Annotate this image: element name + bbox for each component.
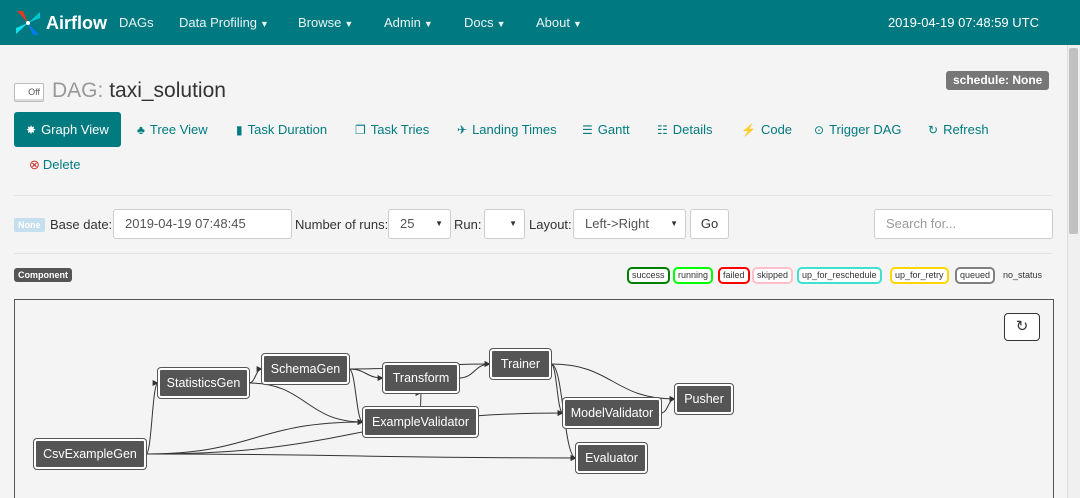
run-label: Run: <box>454 217 482 232</box>
legend-no-status[interactable]: no_status <box>1000 267 1045 284</box>
tab-refresh[interactable]: ↻ Refresh <box>916 112 1001 147</box>
nav-docs[interactable]: Docs ▼ <box>464 15 506 30</box>
remove-circle-icon: ⊗ <box>29 157 40 172</box>
bar-chart-icon: ▮ <box>236 122 243 137</box>
nav-dags[interactable]: DAGs <box>119 15 154 30</box>
airflow-logo-icon <box>14 9 42 37</box>
tab-gantt[interactable]: ☰ Gantt <box>570 112 642 147</box>
tab-task-duration[interactable]: ▮ Task Duration <box>224 112 339 147</box>
nav-about[interactable]: About ▼ <box>536 15 582 30</box>
tab-trigger-dag[interactable]: ⊙ Trigger DAG <box>802 112 914 147</box>
state-none-badge: None <box>14 218 45 232</box>
divider <box>14 253 1052 254</box>
component-badge: Component <box>14 268 72 282</box>
tab-tree-view[interactable]: ♣ Tree View <box>125 112 220 147</box>
chevron-down-icon: ▼ <box>344 19 354 29</box>
task-node-trainer[interactable]: Trainer <box>490 349 551 379</box>
utc-clock: 2019-04-19 07:48:59 UTC <box>887 15 1039 30</box>
run-select[interactable]: ▼ <box>484 209 525 239</box>
play-circle-icon: ⊙ <box>814 122 825 137</box>
tab-task-tries[interactable]: ❐ Task Tries <box>343 112 441 147</box>
legend-failed[interactable]: failed <box>718 267 750 284</box>
task-node-pusher[interactable]: Pusher <box>675 384 733 414</box>
select-caret-icon: ▼ <box>435 219 443 228</box>
page-title: DAG: taxi_solution <box>52 79 226 103</box>
task-node-examplevalidator[interactable]: ExampleValidator <box>363 407 478 437</box>
asterisk-icon: ✸ <box>26 122 37 137</box>
top-navbar: Airflow DAGs Data Profiling ▼ Browse ▼ Adm… <box>0 0 1080 45</box>
task-node-schemagen[interactable]: SchemaGen <box>262 354 349 384</box>
tab-code[interactable]: ⚡ Code <box>729 112 804 147</box>
divider <box>14 195 1052 196</box>
legend-up-for-reschedule[interactable]: up_for_reschedule <box>797 267 882 284</box>
legend-skipped[interactable]: skipped <box>752 267 794 284</box>
chevron-down-icon: ▼ <box>572 19 582 29</box>
select-caret-icon: ▼ <box>509 219 517 228</box>
dag-title-prefix: DAG: <box>52 79 104 102</box>
base-date-input[interactable]: 2019-04-19 07:48:45 <box>113 209 292 239</box>
tree-icon: ♣ <box>137 122 145 137</box>
task-node-transform[interactable]: Transform <box>383 363 459 393</box>
base-date-label: Base date: <box>50 217 113 232</box>
tab-graph-view[interactable]: ✸ Graph View <box>14 112 121 147</box>
task-node-statisticsgen[interactable]: StatisticsGen <box>158 368 249 398</box>
scrollbar-thumb[interactable] <box>1069 48 1078 234</box>
graph-canvas[interactable] <box>14 299 1054 498</box>
tab-landing-times[interactable]: ✈ Landing Times <box>445 112 569 147</box>
go-button[interactable]: Go <box>690 209 729 239</box>
task-node-modelvalidator[interactable]: ModelValidator <box>563 398 661 428</box>
list-icon: ☷ <box>657 122 668 137</box>
legend-running[interactable]: running <box>673 267 714 284</box>
chevron-down-icon: ▼ <box>260 19 269 29</box>
nav-data-profiling[interactable]: Data Profiling ▼ <box>179 15 269 30</box>
select-caret-icon: ▼ <box>670 219 678 228</box>
refresh-icon: ↻ <box>928 122 939 137</box>
search-input[interactable]: Search for... <box>874 209 1053 239</box>
airflow-brand[interactable]: Airflow <box>14 8 107 38</box>
num-runs-select[interactable]: 25 ▼ <box>388 209 451 239</box>
duplicate-icon: ❐ <box>355 122 366 137</box>
legend-queued[interactable]: queued <box>955 267 996 284</box>
align-left-icon: ☰ <box>582 122 593 137</box>
tab-details[interactable]: ☷ Details <box>645 112 725 147</box>
flash-icon: ⚡ <box>741 122 756 137</box>
plane-icon: ✈ <box>457 122 468 137</box>
chevron-down-icon: ▼ <box>423 19 433 29</box>
schedule-badge: schedule: None <box>946 71 1050 90</box>
brand-text: Airflow <box>46 12 107 33</box>
dag-pause-toggle[interactable]: Off <box>14 83 44 102</box>
task-node-csvexamplegen[interactable]: CsvExampleGen <box>34 439 146 469</box>
dag-name: taxi_solution <box>109 79 226 102</box>
graph-refresh-button[interactable]: ↻ <box>1004 313 1040 341</box>
refresh-icon: ↻ <box>1015 318 1029 335</box>
layout-select[interactable]: Left->Right ▼ <box>573 209 686 239</box>
legend-up-for-retry[interactable]: up_for_retry <box>890 267 949 284</box>
layout-label: Layout: <box>529 217 572 232</box>
nav-admin[interactable]: Admin ▼ <box>384 15 433 30</box>
num-runs-label: Number of runs: <box>295 217 389 232</box>
nav-browse[interactable]: Browse ▼ <box>298 15 353 30</box>
task-node-evaluator[interactable]: Evaluator <box>576 443 647 473</box>
chevron-down-icon: ▼ <box>496 19 506 29</box>
legend-success[interactable]: success <box>627 267 670 284</box>
delete-dag-button[interactable]: ⊗ Delete <box>29 157 80 173</box>
